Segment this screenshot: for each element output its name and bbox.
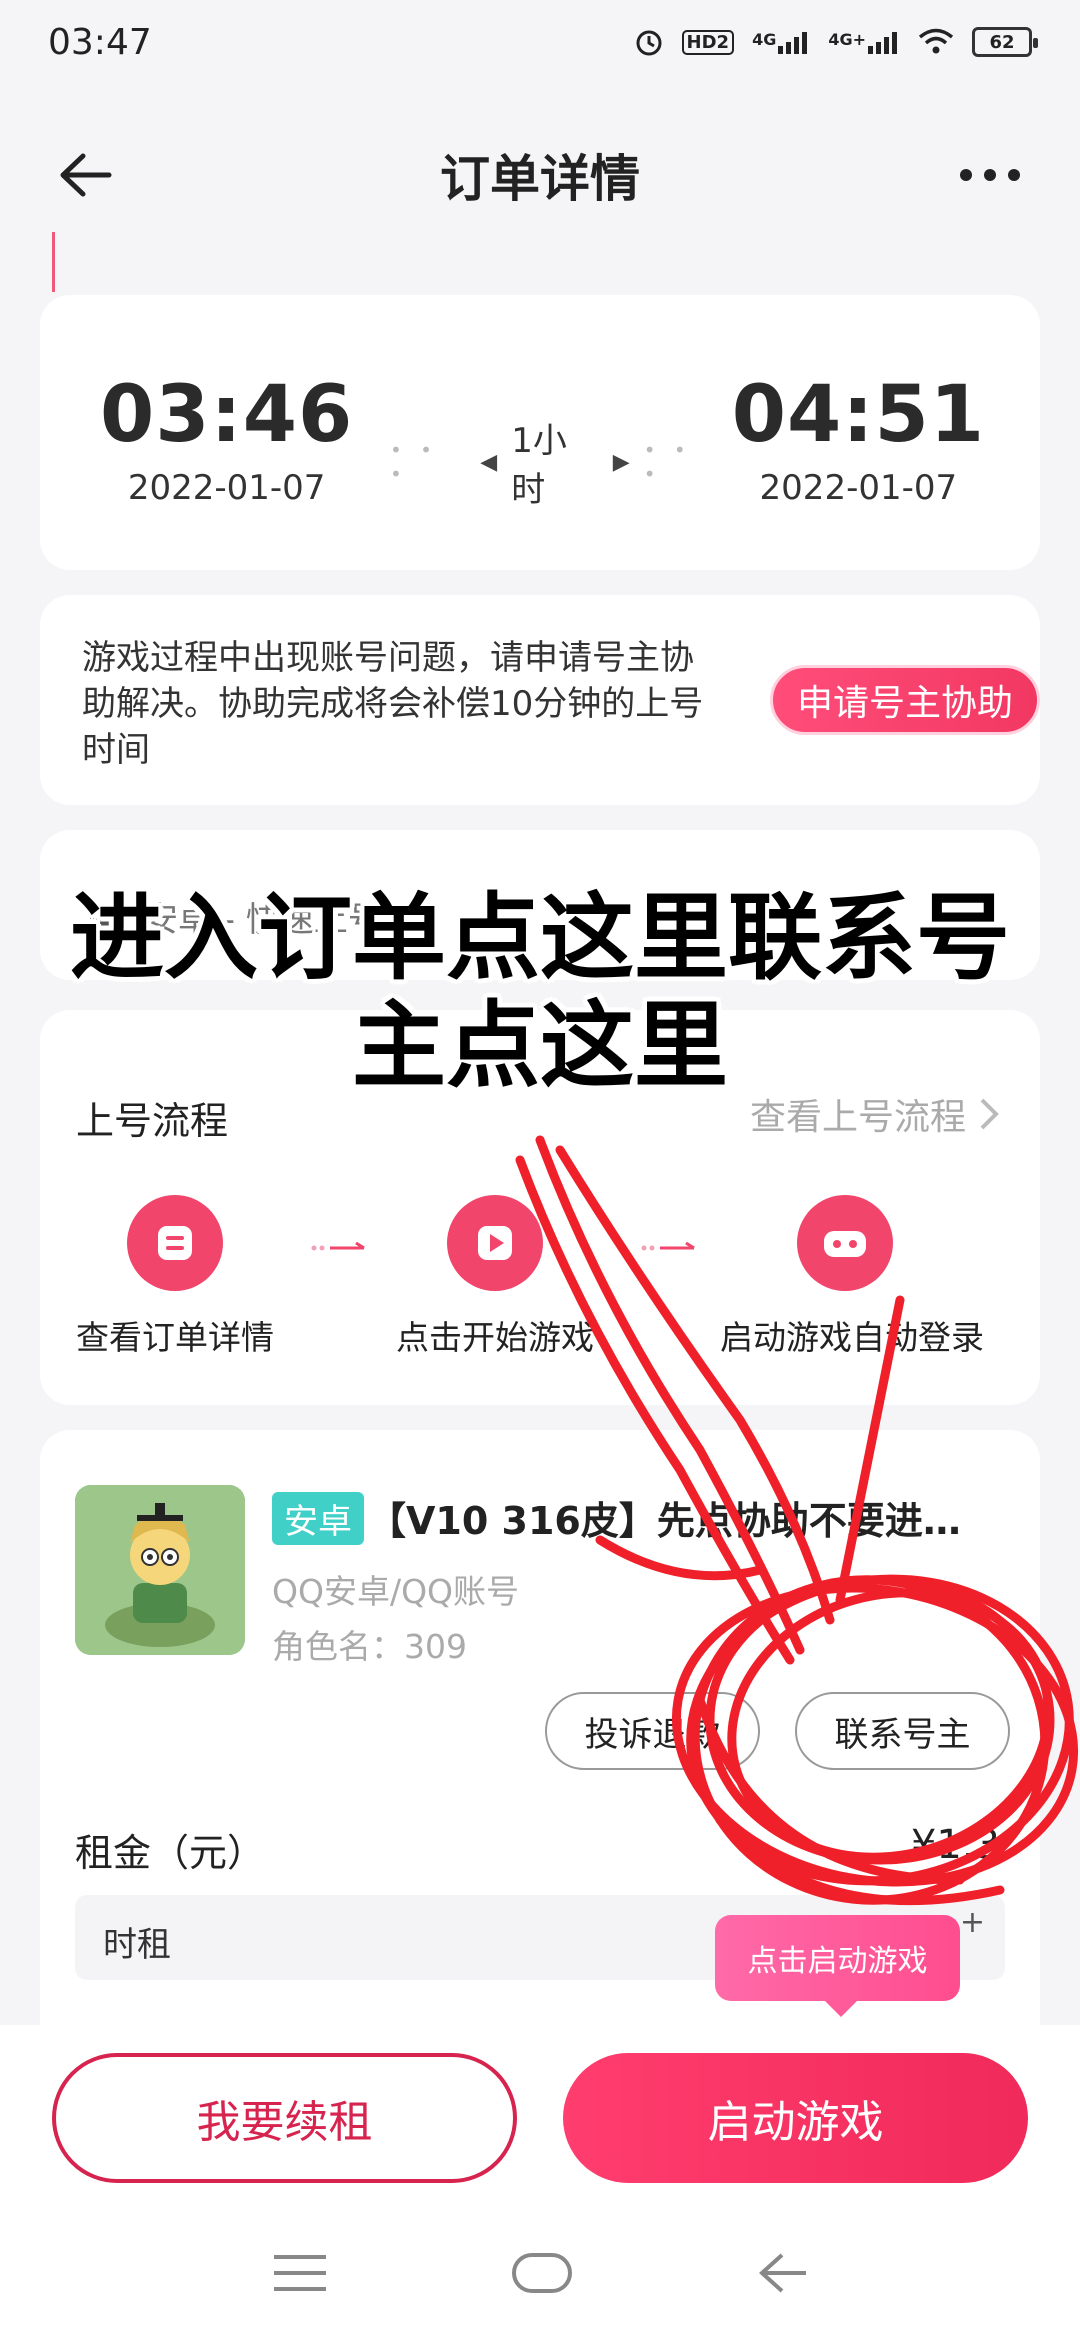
arrow-right-icon	[311, 1242, 365, 1251]
step-label: 点击开始游戏	[396, 1318, 594, 1357]
request-assist-button[interactable]: 申请号主协助	[770, 665, 1040, 735]
end-time: 04:51	[731, 370, 985, 460]
more-icon	[960, 169, 1020, 181]
complain-refund-button[interactable]: 投诉退款	[545, 1692, 760, 1770]
contact-owner-button[interactable]: 联系号主	[795, 1692, 1010, 1770]
page-title: 订单详情	[440, 150, 640, 208]
alarm-icon	[634, 27, 664, 57]
account-type: QQ安卓/QQ账号	[272, 1572, 520, 1611]
battery-level: 62	[989, 31, 1015, 53]
hd-icon: HD2	[681, 29, 735, 55]
battery-icon: 62	[972, 27, 1038, 57]
end-date: 2022-01-07	[759, 468, 958, 508]
dots-right: • • •	[643, 438, 692, 486]
signal-4g-icon: 4G	[752, 30, 810, 54]
home-icon[interactable]	[510, 2251, 574, 2295]
flow-step-auto-login: 启动游戏自动登录	[720, 1195, 984, 1359]
duration: • • • ◀ 1小时 ▶ • • •	[390, 413, 720, 511]
start-game-tooltip: 点击启动游戏	[715, 1915, 960, 2017]
platform-tag: 安卓	[272, 1492, 364, 1545]
triangle-left-icon: ◀	[480, 449, 498, 475]
step-label: 查看订单详情	[76, 1318, 274, 1357]
annotation-overlay-text: 进入订单点这里联系号 主点这里	[10, 885, 1070, 1101]
annotation-line-1: 进入订单点这里联系号	[69, 884, 1010, 993]
arrow-left-icon	[60, 153, 112, 197]
assist-text: 游戏过程中出现账号问题，请申请号主协助解决。协助完成将会补偿10分钟的上号时间	[82, 638, 704, 770]
status-time: 03:47	[48, 21, 152, 63]
document-icon	[127, 1195, 223, 1291]
annotation-line-2: 主点这里	[351, 992, 728, 1101]
menu-icon[interactable]	[270, 2253, 330, 2293]
wifi-icon	[918, 28, 954, 56]
step-label: 启动游戏自动登录	[720, 1318, 984, 1357]
game-thumbnail	[75, 1485, 245, 1655]
rent-value: ¥1.3	[910, 1822, 1000, 1868]
status-icons: HD2 4G 4G+ 62	[634, 27, 1038, 57]
start-date: 2022-01-07	[127, 468, 326, 508]
gamepad-icon	[797, 1195, 893, 1291]
net2-label: 4G+	[828, 30, 866, 49]
more-button[interactable]	[950, 140, 1030, 210]
rent-label: 租金（元）	[75, 1831, 266, 1875]
bottom-action-bar: 我要续租 启动游戏	[0, 2025, 1080, 2205]
back-nav-icon[interactable]	[754, 2251, 810, 2295]
net1-label: 4G	[752, 30, 777, 49]
nav-bar: 订单详情	[0, 100, 1080, 250]
renew-button[interactable]: 我要续租	[52, 2053, 517, 2183]
plus-icon[interactable]: +	[960, 1905, 985, 1940]
role-name: 角色名：309	[272, 1627, 467, 1666]
flow-step-order-detail: 查看订单详情	[50, 1195, 300, 1359]
back-button[interactable]	[50, 140, 120, 210]
flow-step-start-game: 点击开始游戏	[370, 1195, 620, 1359]
duration-label: 1小时	[511, 421, 567, 510]
dots-left: • • •	[390, 438, 438, 486]
progress-indicator	[52, 232, 55, 292]
chevron-right-icon	[980, 1098, 999, 1130]
assist-card: 游戏过程中出现账号问题，请申请号主协助解决。协助完成将会补偿10分钟的上号时间 …	[40, 595, 1040, 805]
play-icon	[447, 1195, 543, 1291]
start-time: 03:46	[100, 370, 354, 460]
triangle-right-icon: ▶	[612, 449, 630, 475]
signal-4g-plus-icon: 4G+	[828, 30, 900, 54]
arrow-right-icon	[641, 1242, 695, 1251]
system-nav-bar	[0, 2205, 1080, 2340]
start-time-block: 03:46 2022-01-07	[100, 370, 353, 508]
end-time-block: 04:51 2022-01-07	[732, 370, 985, 508]
status-bar: 03:47 HD2 4G 4G+ 62	[0, 0, 1080, 84]
rent-type: 时租	[103, 1925, 171, 1965]
game-title: 【V10 316皮】先点协助不要进…	[368, 1499, 961, 1543]
rental-time-card: 03:46 2022-01-07 • • • ◀ 1小时 ▶ • • • 04:…	[40, 295, 1040, 570]
start-game-button[interactable]: 启动游戏	[563, 2053, 1028, 2183]
